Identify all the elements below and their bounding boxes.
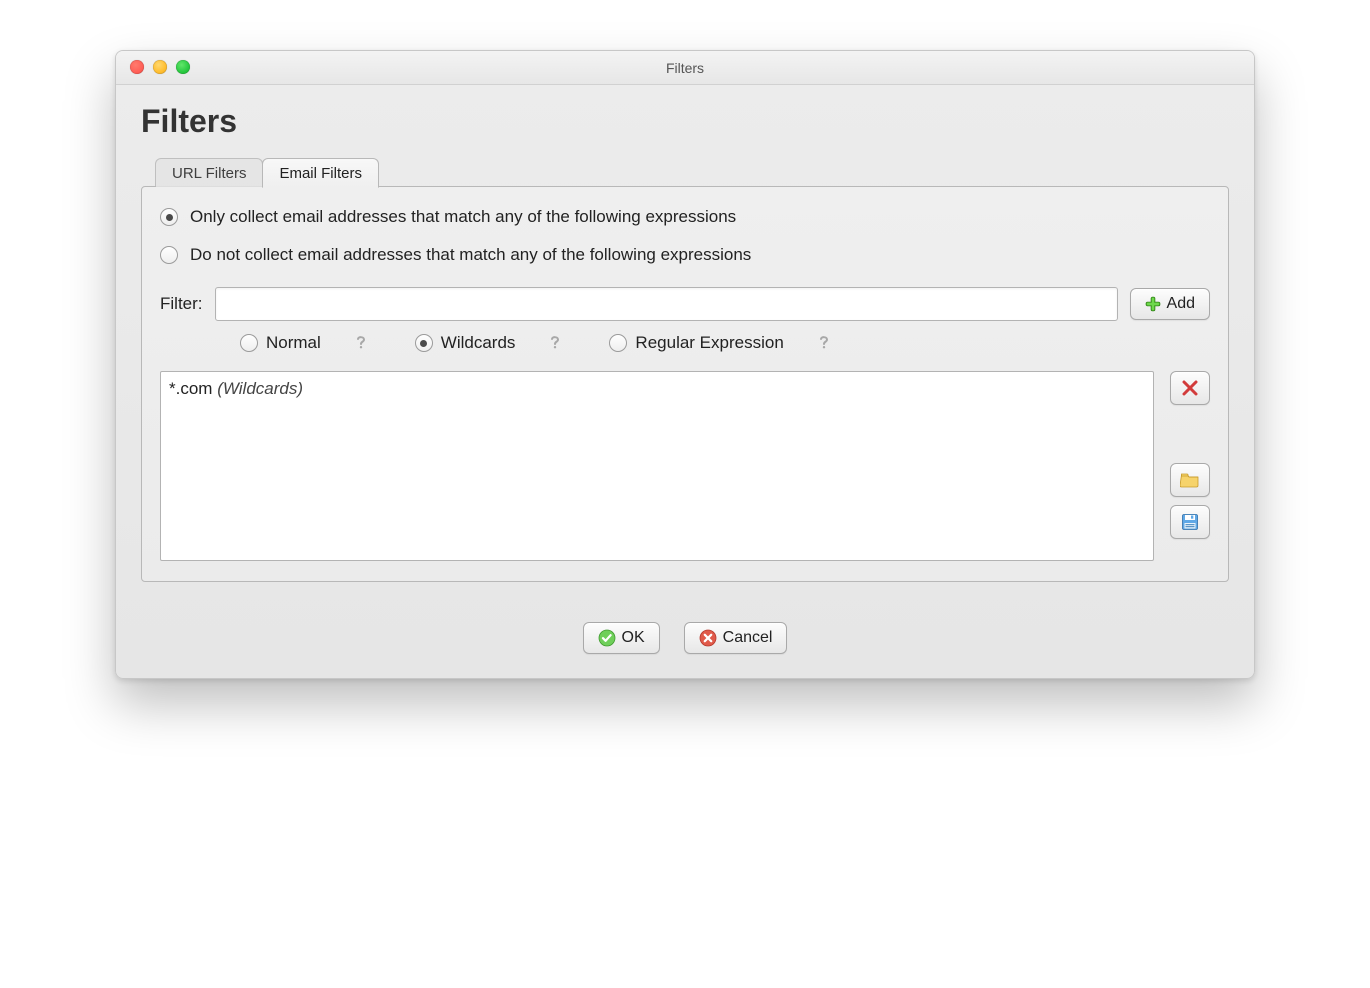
cancel-button[interactable]: Cancel — [684, 622, 788, 654]
radio-icon — [160, 208, 178, 226]
radio-icon — [609, 334, 627, 352]
filter-input[interactable] — [215, 287, 1118, 321]
tab-email-filters[interactable]: Email Filters — [262, 158, 379, 188]
filter-list[interactable]: *.com (Wildcards) — [160, 371, 1154, 561]
collect-mode-only[interactable]: Only collect email addresses that match … — [160, 207, 1210, 227]
save-button[interactable] — [1170, 505, 1210, 539]
cancel-icon — [699, 629, 717, 647]
delete-icon — [1181, 379, 1199, 397]
collect-mode-exclude-label: Do not collect email addresses that matc… — [190, 245, 751, 265]
collect-mode-exclude[interactable]: Do not collect email addresses that matc… — [160, 245, 1210, 265]
ok-button-label: OK — [622, 629, 645, 647]
close-icon[interactable] — [130, 60, 144, 74]
tab-url-filters[interactable]: URL Filters — [155, 158, 263, 187]
syntax-normal-label: Normal — [266, 333, 321, 353]
filter-mode: (Wildcards) — [217, 379, 303, 398]
syntax-wildcards[interactable]: Wildcards — [415, 333, 516, 353]
list-item[interactable]: *.com (Wildcards) — [169, 378, 1145, 400]
syntax-row: Normal Wildcards — [240, 333, 1210, 353]
radio-icon — [415, 334, 433, 352]
ok-button[interactable]: OK — [583, 622, 660, 654]
syntax-regex[interactable]: Regular Expression — [609, 333, 783, 353]
minimize-icon[interactable] — [153, 60, 167, 74]
add-button[interactable]: Add — [1130, 288, 1210, 320]
filters-dialog: Filters Filters URL Filters Email Filter… — [115, 50, 1255, 679]
syntax-regex-label: Regular Expression — [635, 333, 783, 353]
help-icon[interactable] — [547, 334, 565, 352]
check-icon — [598, 629, 616, 647]
cancel-button-label: Cancel — [723, 629, 773, 647]
dialog-footer: OK Cancel — [116, 604, 1254, 678]
folder-icon — [1180, 471, 1200, 489]
list-area: *.com (Wildcards) — [160, 371, 1210, 561]
collect-mode-only-label: Only collect email addresses that match … — [190, 207, 736, 227]
add-button-label: Add — [1167, 295, 1195, 313]
filter-label: Filter: — [160, 294, 203, 314]
radio-icon — [240, 334, 258, 352]
open-button[interactable] — [1170, 463, 1210, 497]
content: Filters URL Filters Email Filters Only c… — [116, 85, 1254, 604]
save-icon — [1181, 513, 1199, 531]
email-filters-panel: Only collect email addresses that match … — [141, 186, 1229, 582]
filter-row: Filter: Add — [160, 287, 1210, 321]
window-title: Filters — [116, 60, 1254, 76]
titlebar: Filters — [116, 51, 1254, 85]
side-buttons — [1170, 371, 1210, 539]
plus-icon — [1145, 296, 1161, 312]
zoom-icon[interactable] — [176, 60, 190, 74]
tabs: URL Filters Email Filters — [155, 158, 1229, 187]
page-title: Filters — [141, 103, 1229, 140]
syntax-normal[interactable]: Normal — [240, 333, 321, 353]
radio-icon — [160, 246, 178, 264]
delete-button[interactable] — [1170, 371, 1210, 405]
window-controls — [130, 60, 190, 74]
help-icon[interactable] — [816, 334, 834, 352]
help-icon[interactable] — [353, 334, 371, 352]
spacer — [1170, 413, 1210, 455]
filter-pattern: *.com — [169, 379, 212, 398]
syntax-wildcards-label: Wildcards — [441, 333, 516, 353]
